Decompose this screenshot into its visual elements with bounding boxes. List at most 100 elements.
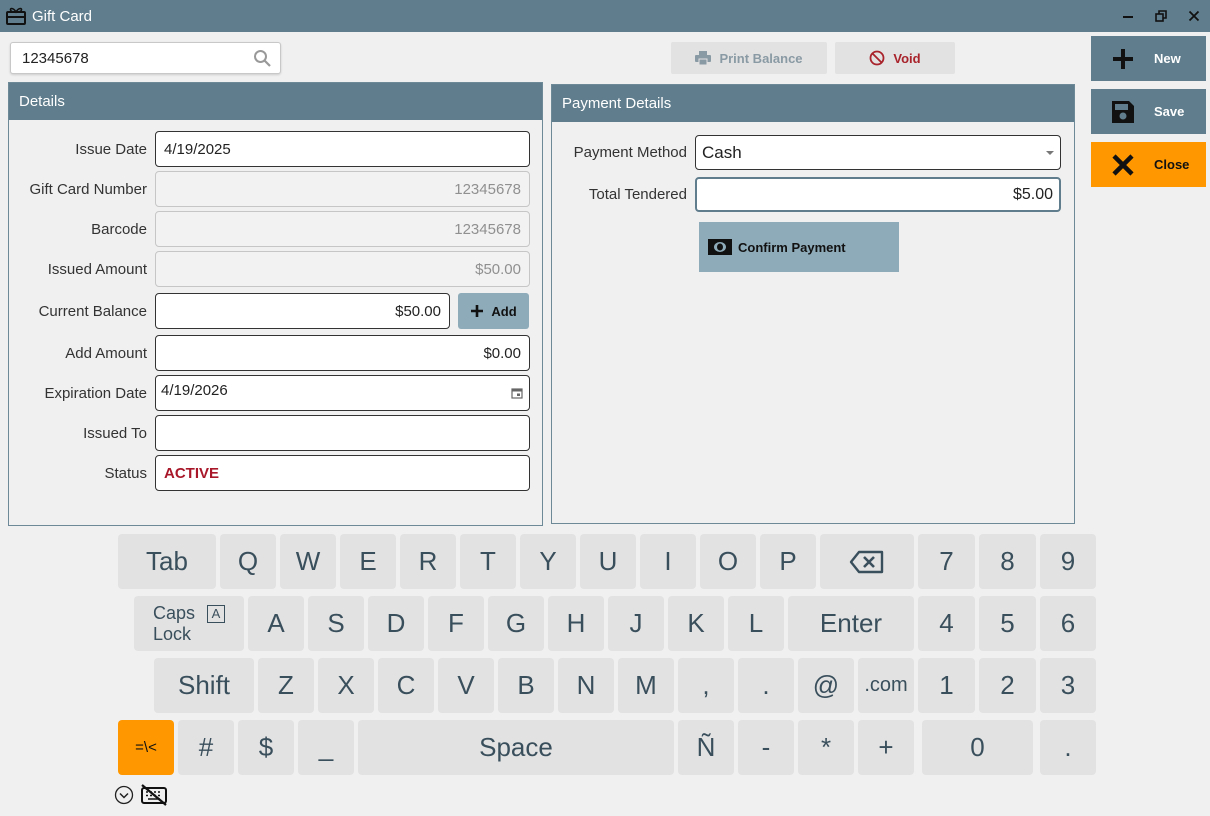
payment-details-header: Payment Details [552,85,1074,122]
minimize-button[interactable] [1111,0,1144,32]
void-button[interactable]: Void [835,42,955,74]
key-hash[interactable]: # [178,720,234,775]
printer-icon [695,51,712,65]
key-at[interactable]: @ [798,658,854,713]
current-balance-field[interactable]: $50.00 [155,293,450,329]
new-label: New [1154,51,1181,66]
new-button[interactable]: New [1091,36,1206,81]
key-t[interactable]: T [460,534,516,589]
hide-keyboard-icon[interactable] [140,784,168,811]
key-minus[interactable]: - [738,720,794,775]
key-g[interactable]: G [488,596,544,651]
backspace-icon [849,550,884,573]
key-2[interactable]: 2 [979,658,1036,713]
key-b[interactable]: B [498,658,554,713]
key-symbols-toggle[interactable]: =\< [118,720,174,775]
status-label: Status [104,464,147,482]
key-k[interactable]: K [668,596,724,651]
close-icon [1188,10,1199,22]
key-dollar[interactable]: $ [238,720,294,775]
gift-card-number-field: 12345678 [155,171,530,207]
title-bar: Gift Card [0,0,1210,32]
key-6[interactable]: 6 [1040,596,1096,651]
cash-icon [708,239,732,255]
add-balance-button[interactable]: Add [458,293,529,329]
key-p[interactable]: P [760,534,816,589]
key-shift[interactable]: Shift [154,658,254,713]
issued-amount-label: Issued Amount [47,260,147,278]
add-amount-field[interactable]: $0.00 [155,335,530,371]
payment-method-label: Payment Method [573,144,687,161]
key-caps-lock[interactable]: Caps Lock A [134,596,244,651]
key-m[interactable]: M [618,658,674,713]
key-underscore[interactable]: _ [298,720,354,775]
void-label: Void [893,50,921,66]
key-a[interactable]: A [248,596,304,651]
payment-details-panel: Payment Details Payment Method Cash Tota… [551,84,1075,524]
payment-method-select[interactable]: Cash [695,135,1061,170]
key-n[interactable]: N [558,658,614,713]
key-r[interactable]: R [400,534,456,589]
search-input[interactable] [11,44,241,72]
keyboard-tools [114,784,168,811]
print-balance-button[interactable]: Print Balance [671,42,827,74]
key-asterisk[interactable]: * [798,720,854,775]
restore-button[interactable] [1144,0,1177,32]
gift-card-icon [6,6,26,26]
caps-line1: Caps [152,602,196,623]
key-q[interactable]: Q [220,534,276,589]
expiration-date-field[interactable]: 4/19/2026 [155,375,530,411]
key-7[interactable]: 7 [918,534,975,589]
close-x-icon [1110,152,1136,178]
search-icon[interactable] [253,49,272,73]
calendar-icon[interactable] [511,387,523,399]
key-4[interactable]: 4 [918,596,975,651]
issue-date-field[interactable]: 4/19/2025 [155,131,530,167]
gift-card-search [10,42,281,74]
key-x[interactable]: X [318,658,374,713]
key-space[interactable]: Space [358,720,674,775]
key-3[interactable]: 3 [1040,658,1096,713]
key-c[interactable]: C [378,658,434,713]
total-tendered-field[interactable]: $5.00 [695,177,1061,212]
add-label: Add [491,303,517,319]
key-enter[interactable]: Enter [788,596,914,651]
key-u[interactable]: U [580,534,636,589]
key-comma[interactable]: , [678,658,734,713]
status-value: ACTIVE [164,464,220,482]
key-9[interactable]: 9 [1040,534,1096,589]
key-o[interactable]: O [700,534,756,589]
key-plus[interactable]: + [858,720,914,775]
key-n-tilde[interactable]: Ñ [678,720,734,775]
key-8[interactable]: 8 [979,534,1036,589]
key-backspace[interactable] [820,534,914,589]
issued-to-field[interactable] [155,415,530,451]
close-button[interactable]: Close [1091,142,1206,187]
key-z[interactable]: Z [258,658,314,713]
confirm-payment-button[interactable]: Confirm Payment [699,222,899,272]
key-d[interactable]: D [368,596,424,651]
key-y[interactable]: Y [520,534,576,589]
key-h[interactable]: H [548,596,604,651]
key-i[interactable]: I [640,534,696,589]
key-1[interactable]: 1 [918,658,975,713]
key-period[interactable]: . [738,658,794,713]
key-j[interactable]: J [608,596,664,651]
collapse-keyboard-icon[interactable] [114,785,134,810]
key-decimal[interactable]: . [1040,720,1096,775]
save-button[interactable]: Save [1091,89,1206,134]
window-close-button[interactable] [1177,0,1210,32]
key-f[interactable]: F [428,596,484,651]
key-e[interactable]: E [340,534,396,589]
restore-icon [1154,10,1167,22]
key-s[interactable]: S [308,596,364,651]
key-0[interactable]: 0 [922,720,1033,775]
key-dotcom[interactable]: .com [858,658,914,713]
save-label: Save [1154,104,1185,119]
key-l[interactable]: L [728,596,784,651]
key-tab[interactable]: Tab [118,534,216,589]
caps-line2: Lock [152,623,192,644]
key-v[interactable]: V [438,658,494,713]
key-5[interactable]: 5 [979,596,1036,651]
key-w[interactable]: W [280,534,336,589]
